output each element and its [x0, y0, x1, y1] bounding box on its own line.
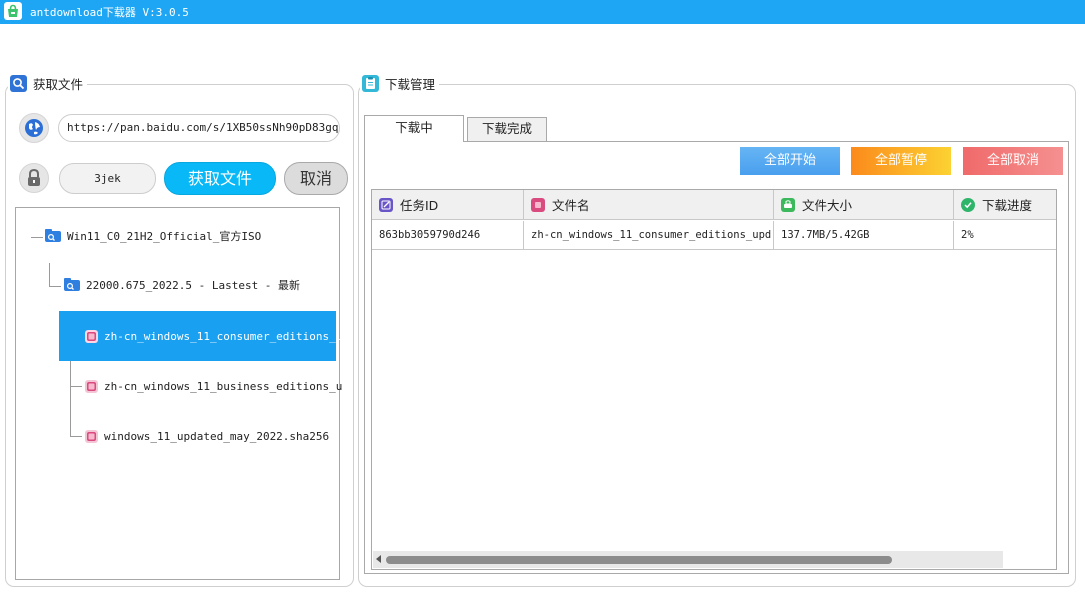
cell-progress[interactable]: 2%	[954, 221, 1056, 250]
scrollbar-thumb[interactable]	[386, 556, 892, 564]
tree-connector	[49, 286, 61, 287]
tree-node-file[interactable]: windows_11_updated_may_2022.sha256	[85, 423, 329, 449]
column-header-filename[interactable]: 文件名	[524, 190, 774, 220]
cancel-all-button[interactable]: 全部取消	[963, 147, 1063, 175]
tree-node-folder[interactable]: 22000.675_2022.5 - Lastest - 最新	[64, 272, 300, 298]
cancel-button[interactable]: 取消	[284, 162, 348, 195]
tab-downloading[interactable]: 下载中	[364, 115, 464, 142]
file-icon	[85, 329, 98, 343]
file-tree[interactable]: Win11_C0_21H2_Official_官方ISO 22000.675_2…	[15, 207, 342, 580]
fetch-files-title: 获取文件	[33, 76, 84, 92]
drive-icon	[781, 197, 795, 212]
column-header-label: 文件名	[552, 198, 590, 213]
cell-task-id[interactable]: 863bb3059790d246	[372, 221, 524, 250]
clipboard-icon	[362, 74, 379, 92]
pause-all-button[interactable]: 全部暂停	[851, 147, 951, 175]
extraction-code-input[interactable]: 3jek	[59, 163, 156, 194]
cell-filename[interactable]: zh-cn_windows_11_consumer_editions_upd	[524, 221, 774, 250]
cell-size[interactable]: 137.7MB/5.42GB	[774, 221, 954, 250]
file-icon	[85, 429, 98, 443]
tree-node-label: windows_11_updated_may_2022.sha256	[104, 429, 330, 443]
cloud-folder-icon	[64, 278, 80, 292]
title-bar: antdownload下载器 V:3.0.5	[0, 0, 1085, 24]
column-header-label: 文件大小	[802, 198, 853, 213]
column-header-label: 任务ID	[400, 198, 439, 213]
download-manager-title: 下载管理	[385, 76, 436, 92]
fetch-files-legend: 获取文件	[8, 74, 88, 92]
tree-node-label: 22000.675_2022.5 - Lastest - 最新	[86, 279, 301, 292]
window-title: antdownload下载器 V:3.0.5	[30, 6, 189, 19]
tree-node-label: zh-cn_windows_11_consumer_editions_u	[104, 329, 343, 343]
column-header-size[interactable]: 文件大小	[774, 190, 954, 220]
tree-node-label: zh-cn_windows_11_business_editions_u	[104, 379, 343, 393]
cloud-folder-icon	[45, 229, 61, 243]
search-icon	[10, 74, 27, 92]
horizontal-scrollbar[interactable]	[373, 551, 1003, 568]
column-header-task-id[interactable]: 任务ID	[372, 190, 524, 220]
file-icon	[85, 379, 98, 393]
tree-connector	[49, 263, 50, 287]
download-manager-legend: 下载管理	[360, 74, 440, 92]
fetch-files-button[interactable]: 获取文件	[164, 162, 276, 195]
tab-completed[interactable]: 下载完成	[467, 117, 547, 141]
check-icon	[961, 197, 975, 212]
url-input[interactable]: https://pan.baidu.com/s/1XB50ssNh90pD83g…	[58, 114, 340, 142]
column-header-progress[interactable]: 下载进度	[954, 190, 1056, 220]
column-header-label: 下载进度	[982, 198, 1033, 213]
download-table[interactable]: 任务ID 文件名 文件大小 下载进度 863bb3059790d246 zh-c…	[371, 189, 1057, 570]
globe-icon	[19, 113, 49, 143]
tree-node-root[interactable]: Win11_C0_21H2_Official_官方ISO	[45, 223, 261, 249]
scroll-left-arrow-icon[interactable]	[376, 555, 381, 563]
tree-node-file[interactable]: zh-cn_windows_11_business_editions_u	[85, 373, 342, 399]
file-icon	[531, 197, 545, 212]
edit-icon	[379, 197, 393, 212]
app-logo-icon	[4, 2, 22, 20]
tree-connector	[70, 386, 82, 387]
start-all-button[interactable]: 全部开始	[740, 147, 840, 175]
tree-node-label: Win11_C0_21H2_Official_官方ISO	[67, 230, 262, 243]
tree-connector	[31, 237, 43, 238]
tree-node-file-selected[interactable]: zh-cn_windows_11_consumer_editions_u	[59, 311, 342, 361]
lock-icon	[19, 163, 49, 193]
tree-connector	[70, 436, 82, 437]
